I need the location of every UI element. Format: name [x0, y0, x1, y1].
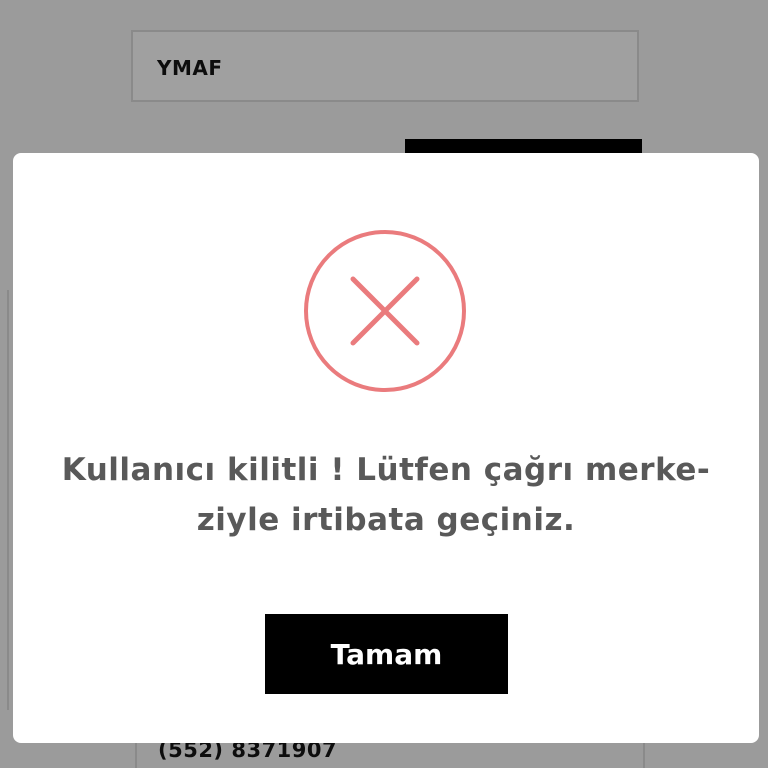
error-dialog: Kullanıcı kilitli ! Lütfen çağrı merke- …	[13, 153, 759, 743]
error-message-line-1: Kullanıcı kilitli ! Lütfen çağrı merke-	[61, 452, 711, 488]
error-message-line-2: ziyle irtibata geçiniz.	[196, 502, 576, 538]
ok-button[interactable]: Tamam	[265, 614, 508, 694]
username-field-value: YMAF	[157, 56, 223, 80]
error-message: Kullanıcı kilitli ! Lütfen çağrı merke- …	[33, 445, 739, 545]
divider	[7, 290, 9, 710]
username-field[interactable]: YMAF	[131, 30, 639, 102]
screen: YMAF (552) 8371907 Kullanıcı kilitli ! L…	[0, 0, 768, 768]
error-x-circle-icon	[303, 229, 467, 393]
